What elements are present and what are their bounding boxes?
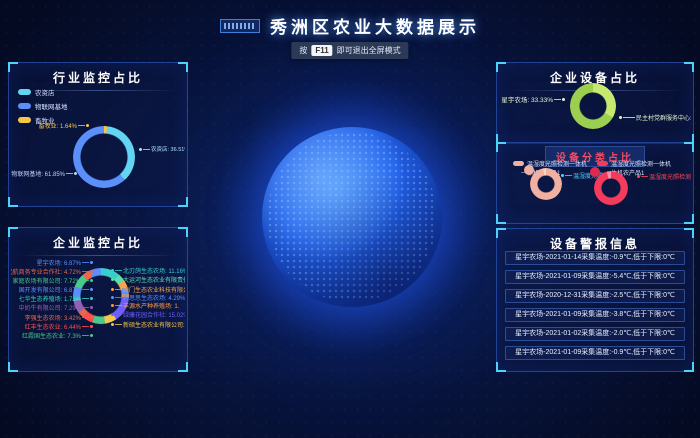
corner-accent (684, 362, 694, 372)
legend-swatch (597, 161, 608, 166)
pie-label: 农资店: 36.51% (139, 145, 185, 153)
legend-item[interactable]: 温湿度光照检测一体机 (597, 159, 671, 168)
device-donut-chart (570, 83, 616, 129)
pie-label: 红霞国生态农业: 7.3% (11, 331, 93, 340)
alarm-item: 星宇农场-2021-01-09采集温度:-5.4℃,低于下限:0℃ (505, 270, 685, 284)
pie-label: 丰源水产种养殖场: 1. (111, 301, 185, 310)
pie-label: 星宇农场: 33.33% (501, 94, 565, 104)
panel-title: 设备警报信息 (497, 229, 693, 252)
corner-accent (684, 214, 694, 224)
pie-label: 七华生态养殖场: 1.72% (11, 294, 93, 303)
page-title: 秀洲区农业大数据展示 (270, 13, 480, 38)
corner-accent (178, 197, 188, 207)
pie-label: 李强生态农场: 3.42% (11, 313, 93, 322)
alarm-item: 星宇农场-2021-01-02采集温度:-2.0℃,低于下限:0℃ (505, 327, 685, 341)
pie-label: 红丰生态农业: 6.44% (11, 322, 93, 331)
pie-label: 起航商务专业合作社: 4.72% (11, 267, 93, 276)
panel-device-ratio: 企业设备占比 星宇农场: 33.33% 民主村党群服务中心: (496, 62, 694, 144)
panel-industry-monitor: 行业监控占比 农资店 物联网基地 畜牧业 畜牧业: 1.64% 农资店: 36.… (8, 62, 188, 207)
alarm-item: 星宇农场-2021-01-09采集温度:-3.8℃,低于下限:0℃ (505, 308, 685, 322)
pie-label: 大运河生态农业有限责任公 (111, 275, 185, 284)
pie-label: 物联网基地: 61.85% (11, 169, 77, 178)
pie-label: 畜牧业: 1.64% (11, 121, 89, 130)
pie-label: 北刃鸽生态农场: 11.16% (111, 266, 185, 275)
legend-swatch (18, 103, 31, 109)
pie-label: 绿康花园合作社: 15.02% (111, 310, 185, 319)
panel-enterprise-monitor: 企业监控占比 星宇农场: 6.87% 起航商务专业合作社: 4.72% 家庭农场… (8, 227, 188, 372)
pie-label: 家庭农场有限公司: 7.72% (11, 276, 93, 285)
f11-key-badge: F11 (311, 45, 332, 56)
alarm-item: 星宇农场-2021-01-14采集温度:-0.9℃,低于下限:0℃ (505, 251, 685, 265)
brand-badge-icon (220, 19, 260, 33)
panel-alarm-info: 设备警报信息 星宇农场-2021-01-14采集温度:-0.9℃,低于下限:0℃… (496, 228, 694, 372)
title-divider (18, 255, 178, 256)
pie-label: 国开发有限公司: 6.87% (11, 285, 93, 294)
mini-segment-dot (524, 165, 534, 175)
legend-item[interactable]: 物联网基地 (18, 101, 68, 111)
legend-swatch (18, 89, 31, 95)
legend-item[interactable]: 农资店 (18, 87, 68, 97)
pie-label: 星宇农场: 6.87% (11, 258, 93, 267)
corner-accent (8, 197, 18, 207)
corner-accent (178, 362, 188, 372)
globe-visualization (262, 127, 442, 307)
pie-callout-label: 温湿度光照检测一 (637, 172, 691, 181)
hint-prefix: 按 (299, 45, 307, 56)
pie-label: 新硕生态农业有限公司: 6.87% (111, 320, 185, 329)
panel-title: 企业监控占比 (9, 228, 187, 251)
legend-swatch (513, 161, 524, 166)
pie-label: 民主村党群服务中心: (619, 113, 691, 122)
panel-title: 行业监控占比 (9, 63, 187, 86)
pie-label: 中奶牛有限公司: 7.29% (11, 303, 93, 312)
corner-accent (496, 142, 506, 152)
alarm-item: 星宇农场-2020-12-31采集温度:-2.5℃,低于下限:0℃ (505, 289, 685, 303)
mini-segment-dot (590, 167, 600, 177)
hint-suffix: 即可退出全屏模式 (337, 45, 401, 56)
corner-accent (8, 362, 18, 372)
category-right-donut-chart (594, 171, 628, 205)
corner-accent (684, 142, 694, 152)
header: 秀洲区农业大数据展示 (0, 13, 700, 38)
panel-device-category: 设备分类占比 温湿度光照检测一体机 一体机农产品1 温湿度光照检测一 温湿度光照… (496, 142, 694, 224)
industry-donut-chart (73, 126, 135, 188)
category-left-donut-chart (530, 168, 562, 200)
corner-accent (496, 362, 506, 372)
fullscreen-hint: 按 F11 即可退出全屏模式 (291, 42, 408, 59)
corner-accent (496, 214, 506, 224)
alarm-item: 星宇农场-2021-01-09采集温度:-0.9℃,低于下限:0℃ (505, 346, 685, 360)
